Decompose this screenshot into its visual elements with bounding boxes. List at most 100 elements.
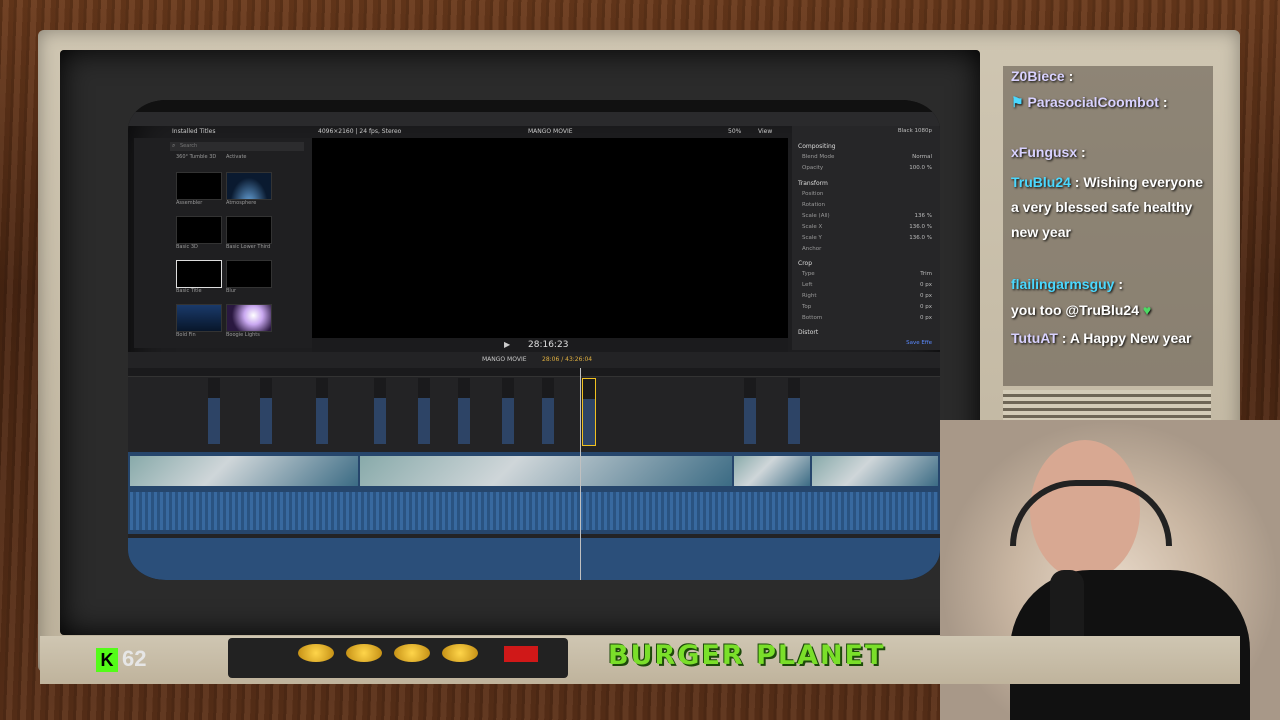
browser-header[interactable]: Installed Titles xyxy=(172,128,215,135)
save-effects-button[interactable]: Save Effe xyxy=(906,340,932,346)
crop-top-label: Top xyxy=(802,304,812,310)
scale-x-value[interactable]: 136.0 % xyxy=(909,224,932,230)
scale-all-value[interactable]: 136 % xyxy=(915,213,932,219)
title-thumbnail-label: Bold Fin xyxy=(176,332,196,338)
fcp-screen: Installed Titles ⌕ Search 360° Tumble 3D… xyxy=(128,100,940,580)
chat-username[interactable]: flailingarmsguy xyxy=(1011,276,1114,292)
chat-username[interactable]: TutuAT xyxy=(1011,330,1058,346)
title-thumbnail-label: Blur xyxy=(226,288,237,294)
menu-bar xyxy=(128,100,940,112)
title-clip[interactable] xyxy=(744,378,756,444)
title-clip[interactable] xyxy=(418,378,430,444)
chat-username[interactable]: ParasocialCoombot xyxy=(1027,94,1158,110)
music-track[interactable] xyxy=(128,538,940,580)
timeline[interactable]: MANGO MOVIE 28:06 / 43:26:04 xyxy=(128,352,940,580)
timeline-duration: 28:06 / 43:26:04 xyxy=(542,356,593,363)
video-clip[interactable] xyxy=(130,456,358,486)
title-thumbnail-label: Assembler xyxy=(176,200,203,206)
title-clip[interactable] xyxy=(502,378,514,444)
opacity-label: Opacity xyxy=(802,165,824,171)
scale-y-value[interactable]: 136.0 % xyxy=(909,235,932,241)
chat-text: A Happy New year xyxy=(1069,330,1192,346)
crop-type-value[interactable]: Trim xyxy=(920,271,932,277)
title-thumbnail[interactable] xyxy=(226,260,272,288)
browser-top-label: Activate xyxy=(226,154,247,160)
scale-x-label: Scale X xyxy=(802,224,823,230)
tv-control-panel xyxy=(228,638,568,678)
title-clip[interactable] xyxy=(316,378,328,444)
knob-icon xyxy=(394,644,430,662)
timeline-ruler[interactable] xyxy=(128,368,940,377)
title-thumbnail[interactable] xyxy=(176,172,222,200)
section-transform[interactable]: Transform xyxy=(798,180,828,187)
title-thumbnail[interactable] xyxy=(226,304,272,332)
chat-username[interactable]: xFungusx xyxy=(1011,144,1077,160)
viewer[interactable] xyxy=(312,138,788,350)
section-compositing[interactable]: Compositing xyxy=(798,143,836,150)
chat-message: flailingarmsguy : xyxy=(1011,276,1124,292)
brand-logo: BURGER PLANET xyxy=(608,640,886,671)
video-clip[interactable] xyxy=(734,456,810,486)
search-placeholder: Search xyxy=(180,143,198,149)
chat-message: TruBlu24 : Wishing everyone a very bless… xyxy=(1011,174,1204,240)
section-distort[interactable]: Distort xyxy=(798,329,818,336)
chat-message: TutuAT : A Happy New year xyxy=(1011,330,1192,346)
blend-mode-value[interactable]: Normal xyxy=(912,154,932,160)
chat-username[interactable]: TruBlu24 xyxy=(1011,174,1071,190)
crop-type-label: Type xyxy=(802,271,815,277)
title-clip[interactable] xyxy=(788,378,800,444)
title-clip[interactable] xyxy=(208,378,220,444)
play-icon[interactable]: ▶ xyxy=(504,340,510,349)
playhead[interactable] xyxy=(580,368,581,580)
viewer-zoom[interactable]: 50% xyxy=(728,128,741,135)
viewer-count-value: 62 xyxy=(122,646,147,671)
title-clip[interactable] xyxy=(260,378,272,444)
title-thumbnail-selected[interactable] xyxy=(176,260,222,288)
title-thumbnail[interactable] xyxy=(176,216,222,244)
section-crop[interactable]: Crop xyxy=(798,260,812,267)
crop-right-value[interactable]: 0 px xyxy=(920,293,932,299)
chat-message: ⚑ ParasocialCoombot : xyxy=(1011,94,1168,110)
browser-top-label: 360° Tumble 3D xyxy=(176,154,217,160)
title-thumbnail[interactable] xyxy=(226,172,272,200)
inspector-title: Black 1080p xyxy=(897,128,932,134)
knob-icon xyxy=(346,644,382,662)
position-label: Position xyxy=(802,191,824,197)
viewer-count: K 62 xyxy=(96,646,166,676)
scale-y-label: Scale Y xyxy=(802,235,822,241)
title-thumbnail-label: Boogie Lights xyxy=(226,332,260,338)
video-clip[interactable] xyxy=(360,456,732,486)
viewer-view-menu[interactable]: View xyxy=(758,128,772,135)
chat-message: xFungusx : xyxy=(1011,144,1086,160)
inspector: Black 1080p Compositing Blend Mode Norma… xyxy=(792,126,940,350)
opacity-value[interactable]: 100.0 % xyxy=(909,165,932,171)
video-clip[interactable] xyxy=(812,456,938,486)
chat-username[interactable]: Z0Biece xyxy=(1011,68,1065,84)
scale-all-label: Scale (All) xyxy=(802,213,830,219)
search-icon: ⌕ xyxy=(172,142,176,149)
crop-bottom-label: Bottom xyxy=(802,315,823,321)
title-thumbnail-label: Basic Title xyxy=(176,288,202,294)
kick-logo-icon: K xyxy=(96,648,118,672)
title-clip[interactable] xyxy=(542,378,554,444)
title-thumbnail[interactable] xyxy=(226,216,272,244)
crop-top-value[interactable]: 0 px xyxy=(920,304,932,310)
viewer-format: 4096×2160 | 24 fps, Stereo xyxy=(318,128,402,135)
anchor-label: Anchor xyxy=(802,246,822,252)
title-clip[interactable] xyxy=(458,378,470,444)
title-thumbnail[interactable] xyxy=(176,304,222,332)
crop-left-label: Left xyxy=(802,282,813,288)
browser-search-field[interactable]: ⌕ Search xyxy=(170,142,304,151)
green-heart-icon: ♥ xyxy=(1142,302,1152,318)
title-clip[interactable] xyxy=(374,378,386,444)
bot-icon: ⚑ xyxy=(1011,94,1024,110)
timeline-project-name[interactable]: MANGO MOVIE xyxy=(482,356,527,363)
toolbar xyxy=(128,112,940,126)
crop-left-value[interactable]: 0 px xyxy=(920,282,932,288)
crop-bottom-value[interactable]: 0 px xyxy=(920,315,932,321)
title-thumbnail-label: Basic 3D xyxy=(176,244,198,250)
knob-icon xyxy=(298,644,334,662)
title-thumbnail-label: Atmosphere xyxy=(226,200,257,206)
title-clip-selected[interactable] xyxy=(582,378,596,446)
knob-icon xyxy=(442,644,478,662)
